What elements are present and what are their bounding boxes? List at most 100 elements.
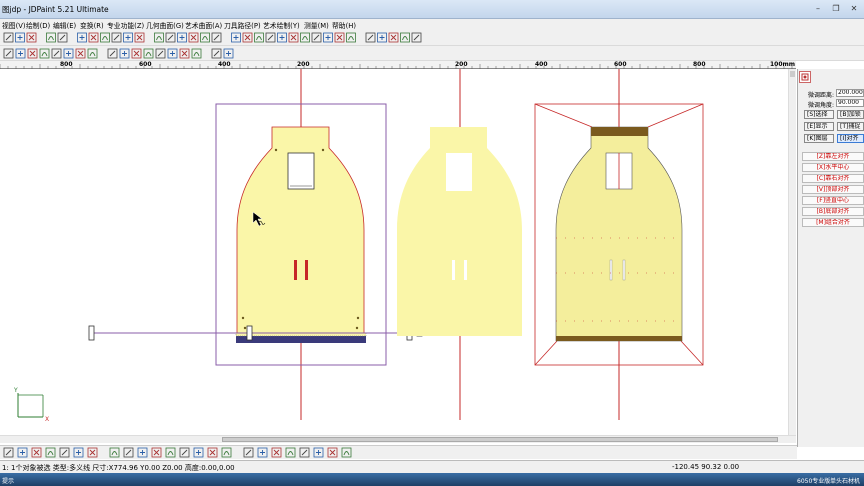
box-icon[interactable]: [200, 32, 210, 43]
zoom-prev-icon[interactable]: [400, 32, 410, 43]
color-icon[interactable]: [154, 32, 164, 43]
light-yellow-icon[interactable]: [257, 447, 268, 458]
snap-mid-icon[interactable]: [123, 447, 134, 458]
fillet-icon[interactable]: [277, 32, 287, 43]
menu-item-5[interactable]: 几何曲面(G): [146, 20, 184, 30]
slot-icon[interactable]: [179, 48, 190, 59]
menu-item-2[interactable]: 编辑(E): [53, 20, 76, 30]
text-icon[interactable]: [211, 48, 222, 59]
align-vcenter-button[interactable]: [F]竖直中心: [802, 196, 864, 205]
arc-tangent-icon[interactable]: [31, 447, 42, 458]
zoom-window-icon[interactable]: [388, 32, 399, 43]
panel-snap-button[interactable]: [T]捕捉: [837, 122, 864, 131]
pan-icon[interactable]: [365, 32, 376, 43]
snap-end-icon[interactable]: [137, 447, 148, 458]
arc-center-icon[interactable]: [17, 447, 28, 458]
vertical-scrollbar[interactable]: [788, 69, 796, 435]
chain-icon[interactable]: [288, 32, 299, 43]
rectangle-icon[interactable]: [63, 48, 74, 59]
paste-icon[interactable]: [111, 32, 122, 43]
ellipse-icon[interactable]: [51, 48, 62, 59]
render-icon[interactable]: [313, 447, 324, 458]
align-left-button[interactable]: [Z]靠左对齐: [802, 152, 864, 161]
panel-select-button[interactable]: [S]选择: [804, 110, 834, 119]
star-icon[interactable]: [75, 48, 86, 59]
snap-node-icon[interactable]: [109, 447, 120, 458]
dimension-icon[interactable]: [107, 48, 118, 59]
menu-item-3[interactable]: 变换(R): [80, 20, 104, 30]
image-icon[interactable]: [223, 48, 234, 59]
taskbar-item-version[interactable]: 6050专业版: [797, 476, 830, 485]
arc-3pt-icon[interactable]: [3, 447, 14, 458]
taskbar-item-machine[interactable]: 单头石材机: [830, 476, 860, 485]
bulb-off-icon[interactable]: [285, 447, 296, 458]
snap-grid-icon[interactable]: [179, 447, 190, 458]
polyline-icon[interactable]: [15, 48, 26, 59]
bottle-right[interactable]: [534, 103, 704, 366]
horizontal-scroll-thumb[interactable]: [222, 437, 778, 442]
align-right-button[interactable]: [C]靠右对齐: [802, 174, 864, 183]
menu-item-1[interactable]: 绘制(D): [26, 20, 50, 30]
snap-ortho-icon[interactable]: [193, 447, 204, 458]
texture-icon[interactable]: [327, 447, 338, 458]
view-front-icon[interactable]: [177, 32, 187, 43]
curve-icon[interactable]: [242, 32, 253, 43]
bulb-icon[interactable]: [271, 447, 282, 458]
close-button[interactable]: ✕: [848, 3, 860, 14]
cut-icon[interactable]: [88, 32, 99, 43]
panel-align-button[interactable]: [I]对齐: [837, 134, 864, 143]
trim-icon[interactable]: [265, 32, 276, 43]
redo-icon[interactable]: [57, 32, 68, 43]
corner-icon[interactable]: [155, 48, 166, 59]
panel-layer-button[interactable]: [K]图层: [804, 134, 834, 143]
offset-icon[interactable]: [300, 32, 310, 43]
snap-angle-icon[interactable]: [207, 447, 218, 458]
shade-icon[interactable]: [299, 447, 310, 458]
ellipse-arc-icon[interactable]: [27, 48, 38, 59]
scroll-up-arrow-icon[interactable]: [790, 71, 795, 77]
menu-item-10[interactable]: 帮助(H): [332, 20, 356, 30]
view-top-icon[interactable]: [165, 32, 176, 43]
menu-item-7[interactable]: 刀具路径(P): [224, 20, 261, 30]
menu-item-9[interactable]: 测量(M): [304, 20, 329, 30]
layer-icon[interactable]: [134, 32, 145, 43]
menu-item-6[interactable]: 艺术曲面(A): [185, 20, 222, 30]
spline-icon[interactable]: [131, 48, 142, 59]
rounded-rect-icon[interactable]: [191, 48, 202, 59]
undo-icon[interactable]: [46, 32, 56, 43]
shade-icon[interactable]: [188, 32, 199, 43]
step-angle-input[interactable]: 90.000: [836, 99, 864, 107]
drawing-canvas[interactable]: Y X: [0, 69, 796, 435]
align-top-button[interactable]: [V]顶部对齐: [802, 185, 864, 194]
circle-icon[interactable]: [59, 447, 70, 458]
circle-icon[interactable]: [87, 48, 98, 59]
menu-item-4[interactable]: 专业功能(Z): [107, 20, 144, 30]
align-hcenter-button[interactable]: [X]水平中心: [802, 163, 864, 172]
select-icon[interactable]: [15, 32, 25, 43]
group-icon[interactable]: [211, 32, 222, 43]
step-distance-input[interactable]: 200.000: [836, 89, 864, 97]
menu-item-0[interactable]: 视图(V): [2, 20, 26, 30]
fit-icon[interactable]: [311, 32, 322, 43]
zoom-fit-icon[interactable]: [377, 32, 387, 43]
copy-icon[interactable]: [100, 32, 110, 43]
selection-handle-center[interactable]: [246, 325, 253, 341]
node-icon[interactable]: [143, 48, 154, 59]
menu-item-8[interactable]: 艺术绘制(Y): [263, 20, 300, 30]
window-select-icon[interactable]: [26, 32, 37, 43]
snap-center-icon[interactable]: [151, 447, 162, 458]
perpendicular-icon[interactable]: [73, 447, 84, 458]
taskbar-item-tip[interactable]: 提示: [2, 476, 14, 485]
bottle-middle[interactable]: [397, 127, 522, 336]
bevel-icon[interactable]: [167, 48, 178, 59]
restore-button[interactable]: ❐: [830, 3, 842, 14]
material-icon[interactable]: [341, 447, 352, 458]
mirror-icon[interactable]: [323, 32, 333, 43]
panel-display-button[interactable]: [E]显示: [804, 122, 834, 131]
array-icon[interactable]: [334, 32, 345, 43]
panel-tab[interactable]: [799, 71, 811, 83]
bottle-left[interactable]: [215, 103, 387, 366]
snap-off-icon[interactable]: [165, 447, 176, 458]
arc-icon[interactable]: [3, 48, 14, 59]
angle-icon[interactable]: [119, 48, 130, 59]
